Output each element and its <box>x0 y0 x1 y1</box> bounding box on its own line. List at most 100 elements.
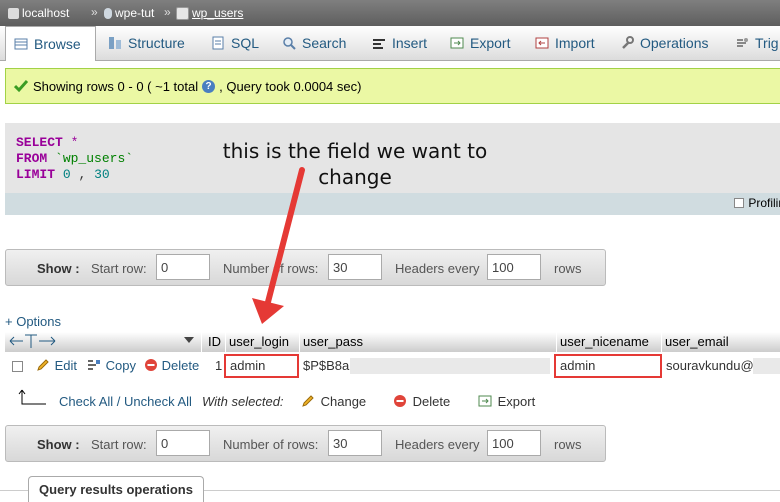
redacted-password <box>350 358 550 374</box>
headers-every-label: Headers every <box>395 437 480 452</box>
column-header-user-pass[interactable]: user_pass <box>303 334 363 349</box>
tab-insert[interactable]: Insert <box>364 26 435 60</box>
profiling-toggle[interactable]: Profilin <box>734 196 780 210</box>
redacted-email <box>753 358 780 374</box>
triggers-icon <box>735 36 749 50</box>
show-label: Show : <box>37 261 80 276</box>
start-row-input[interactable]: 0 <box>156 430 210 456</box>
breadcrumb-table-label[interactable]: wp_users <box>192 6 243 20</box>
tab-structure[interactable]: Structure <box>100 26 193 60</box>
copy-action[interactable]: Copy <box>87 358 136 373</box>
breadcrumb-server-label[interactable]: localhost <box>22 6 69 20</box>
query-results-operations-label: Query results operations <box>39 482 193 497</box>
start-row-input[interactable]: 0 <box>156 254 210 280</box>
rows-label: rows <box>554 437 582 452</box>
column-header-user-login[interactable]: user_login <box>229 334 289 349</box>
edit-action[interactable]: Edit <box>36 358 77 373</box>
highlight-user-login <box>224 354 299 378</box>
sql-icon <box>211 36 225 50</box>
delete-label: Delete <box>412 394 451 409</box>
export-icon <box>478 395 492 407</box>
copy-link[interactable]: Copy <box>106 358 136 373</box>
tab-search[interactable]: Search <box>274 26 354 60</box>
tab-triggers[interactable]: Trig <box>727 26 780 60</box>
tab-browse[interactable]: Browse <box>5 26 96 61</box>
check-all-link[interactable]: Check All / Uncheck All <box>59 394 192 409</box>
export-icon <box>450 36 464 50</box>
pencil-icon <box>37 359 49 371</box>
breadcrumb-database[interactable]: wpe-tut <box>104 6 154 20</box>
table-icon <box>176 6 189 20</box>
sql-line-1: SELECT * <box>16 135 78 150</box>
column-header-id[interactable]: ID <box>208 334 221 349</box>
navigation-box-top: Show : Start row: 0 Number of rows: 30 H… <box>5 249 606 286</box>
rows-label: rows <box>554 261 582 276</box>
insert-icon <box>372 36 386 50</box>
delete-selected-action[interactable]: Delete <box>393 394 450 409</box>
headers-every-input[interactable]: 100 <box>487 430 541 456</box>
tab-operations[interactable]: Operations <box>612 26 716 60</box>
profiling-checkbox[interactable] <box>734 198 745 208</box>
change-label: Change <box>320 394 367 409</box>
row-checkbox[interactable] <box>12 360 27 375</box>
delete-icon <box>394 395 406 407</box>
annotation-line-1: this is the field we want to <box>222 139 488 163</box>
number-of-rows-input[interactable]: 30 <box>328 254 382 280</box>
column-separator <box>299 332 300 352</box>
tab-import[interactable]: Import <box>527 26 603 60</box>
tab-label: Browse <box>34 36 81 52</box>
export-selected-action[interactable]: Export <box>478 394 535 409</box>
breadcrumb-database-label[interactable]: wpe-tut <box>115 6 154 20</box>
sql-count: 30 <box>94 167 110 182</box>
tab-label: Structure <box>128 35 185 51</box>
query-results-operations-tab[interactable]: Query results operations <box>28 476 204 502</box>
options-link[interactable]: + Options <box>5 314 61 329</box>
sql-table: `wp_users` <box>55 151 134 166</box>
navigation-box-bottom: Show : Start row: 0 Number of rows: 30 H… <box>5 425 606 462</box>
headers-every-input[interactable]: 100 <box>487 254 541 280</box>
sort-dropdown-icon[interactable] <box>183 332 195 351</box>
column-separator <box>225 332 226 352</box>
structure-icon <box>108 36 122 50</box>
sql-keyword: LIMIT <box>16 167 56 182</box>
breadcrumb: localhost » wpe-tut » wp_users <box>0 0 780 26</box>
browse-icon <box>14 37 28 51</box>
column-header-user-nicename[interactable]: user_nicename <box>560 334 649 349</box>
sql-star: * <box>70 135 79 150</box>
column-separator <box>201 332 202 352</box>
sql-line-3: LIMIT 0 , 30 <box>16 167 110 182</box>
cell-user-email[interactable]: souravkundu@ <box>666 358 754 373</box>
table-header-row: ID user_login user_pass user_nicename us… <box>5 332 780 352</box>
delete-action[interactable]: Delete <box>144 358 199 373</box>
server-icon <box>8 7 19 19</box>
breadcrumb-table[interactable]: wp_users <box>176 6 243 20</box>
tab-label: Search <box>302 35 347 51</box>
number-of-rows-label: Number of rows: <box>223 437 319 452</box>
with-selected-bar: Check All / Uncheck All With selected: C… <box>5 388 780 414</box>
number-of-rows-input[interactable]: 30 <box>328 430 382 456</box>
database-icon <box>104 7 112 19</box>
highlight-user-nicename <box>554 354 662 378</box>
delete-link[interactable]: Delete <box>162 358 200 373</box>
row-checkbox-box[interactable] <box>12 361 23 372</box>
start-row-label: Start row: <box>91 437 147 452</box>
tab-label: Export <box>470 35 511 51</box>
tab-export[interactable]: Export <box>442 26 518 60</box>
sql-footer: Profilin <box>5 193 780 215</box>
column-header-user-email[interactable]: user_email <box>665 334 729 349</box>
change-action[interactable]: Change <box>301 394 366 409</box>
success-message: Showing rows 0 - 0 ( ~1 total ? , Query … <box>5 68 780 104</box>
column-arrows-icon[interactable] <box>8 332 58 353</box>
message-query-time: , Query took 0.0004 sec) <box>219 78 362 94</box>
table-row: Edit Copy Delete 1 admin $P$B8a admin so… <box>5 354 780 378</box>
tab-label: SQL <box>231 35 260 51</box>
edit-link[interactable]: Edit <box>55 358 77 373</box>
breadcrumb-server[interactable]: localhost <box>8 6 69 20</box>
tab-sql[interactable]: SQL <box>203 26 267 60</box>
cell-user-pass[interactable]: $P$B8a <box>303 358 349 373</box>
help-icon[interactable]: ? <box>202 79 216 93</box>
import-icon <box>535 36 549 50</box>
message-text: Showing rows 0 - 0 ( ~1 total <box>33 78 199 94</box>
sql-keyword: FROM <box>16 151 48 166</box>
select-arrow-icon <box>18 388 48 413</box>
